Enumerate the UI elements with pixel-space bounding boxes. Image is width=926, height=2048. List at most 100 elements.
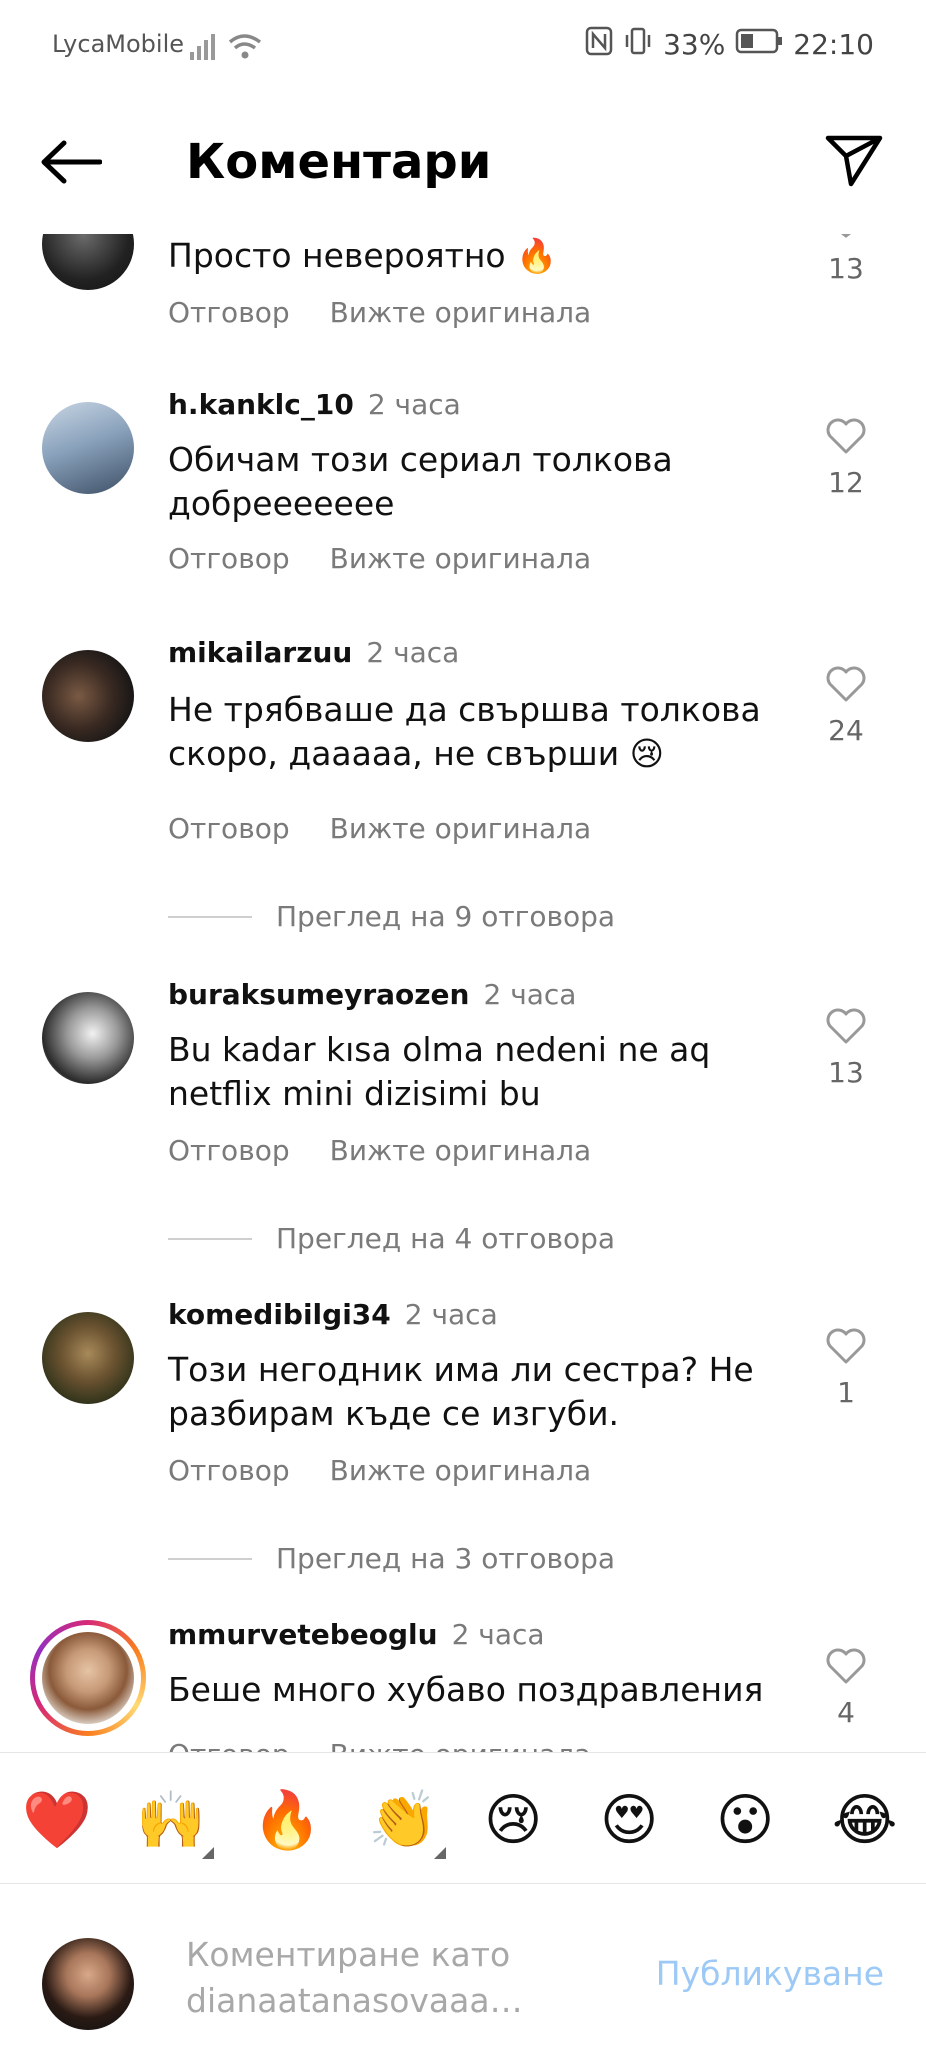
like-count: 12 (828, 466, 864, 499)
header: Коментари (0, 92, 926, 234)
skin-tone-indicator-icon (433, 1847, 446, 1859)
comment-text: Bu kadar kısa olma nedeni ne aq netflix … (168, 1030, 711, 1113)
reply-button[interactable]: Отговор (168, 812, 290, 845)
comment-text: Беше много хубаво поздравления (168, 1670, 764, 1709)
username[interactable]: h.kanklc_10 (168, 388, 354, 421)
reply-button[interactable]: Отговор (168, 1738, 290, 1752)
username[interactable]: buraksumeyraozen (168, 978, 469, 1011)
like-count: 13 (828, 252, 864, 285)
see-original-button[interactable]: Вижте оригинала (330, 1738, 592, 1752)
heart-icon (826, 1648, 866, 1684)
page-title: Коментари (186, 134, 492, 190)
fire-emoji[interactable]: 🔥 (252, 1789, 322, 1853)
view-replies-button[interactable]: Преглед на 4 отговора (168, 1222, 615, 1255)
like-count: 13 (828, 1056, 864, 1089)
timestamp: 2 часа (483, 978, 577, 1011)
view-replies-label: Преглед на 4 отговора (276, 1222, 616, 1255)
clapping-hands-emoji[interactable]: 👏 (368, 1788, 446, 1859)
heart-eyes-emoji[interactable]: 😍 (600, 1789, 658, 1853)
avatar (42, 1632, 134, 1724)
status-bar: LycaMobile 33% 22:10 (0, 0, 926, 92)
reply-button[interactable]: Отговор (168, 1454, 290, 1487)
heart-icon (826, 418, 866, 454)
timestamp: 2 часа (404, 1298, 498, 1331)
like-count: 4 (837, 1696, 855, 1729)
avatar[interactable] (42, 402, 134, 494)
comment-input[interactable]: Коментиране като dianaatanasovaaa… (186, 1932, 546, 2024)
crying-face-emoji[interactable]: 😢 (484, 1789, 542, 1853)
comment-meta: mikailarzuu 2 часа (168, 636, 459, 669)
comment-text: Просто невероятно 🔥 (168, 236, 558, 275)
clock: 22:10 (793, 28, 874, 61)
like-button[interactable]: 4 (818, 1646, 874, 1729)
battery-icon (735, 28, 783, 61)
reply-button[interactable]: Отговор (168, 296, 290, 329)
like-count: 24 (828, 714, 864, 747)
send-icon (825, 135, 883, 187)
avatar[interactable] (42, 1312, 134, 1404)
chevron-down-icon (840, 234, 852, 238)
comment-text: Този негодник има ли сестра? Не разбирам… (168, 1350, 754, 1433)
reply-button[interactable]: Отговор (168, 1134, 290, 1167)
comment-meta: h.kanklc_10 2 часа (168, 388, 461, 421)
tears-of-joy-emoji[interactable]: 😂 (832, 1789, 897, 1853)
divider (168, 915, 252, 918)
like-button[interactable]: 1 (818, 1326, 874, 1409)
status-right: 33% 22:10 (585, 26, 874, 63)
current-user-avatar (42, 1938, 134, 2030)
clapping-hands-glyph: 👏 (368, 1788, 438, 1853)
emoji-reaction-bar: ❤️ 🙌 🔥 👏 😢 😍 😮 😂 (0, 1752, 926, 1884)
like-button[interactable]: 13 (818, 1006, 874, 1089)
raising-hands-emoji[interactable]: 🙌 (136, 1788, 214, 1859)
view-replies-label: Преглед на 3 отговора (276, 1542, 616, 1575)
timestamp: 2 часа (451, 1618, 545, 1651)
raising-hands-glyph: 🙌 (136, 1788, 206, 1853)
like-count: 1 (837, 1376, 855, 1409)
comments-list[interactable]: Просто невероятно 🔥 Отговор Вижте оригина… (0, 234, 926, 1752)
comment-meta: buraksumeyraozen 2 часа (168, 978, 576, 1011)
comment-text: Не трябваше да свършва толкова скоро, да… (168, 690, 761, 773)
see-original-button[interactable]: Вижте оригинала (330, 1454, 592, 1487)
divider (168, 1557, 252, 1560)
vibrate-icon (623, 26, 653, 63)
timestamp: 2 часа (366, 636, 460, 669)
comment-composer: Коментиране като dianaatanasovaaa… Публи… (0, 1884, 926, 2048)
like-button[interactable]: 12 (818, 416, 874, 499)
username[interactable]: mikailarzuu (168, 636, 352, 669)
reply-button[interactable]: Отговор (168, 542, 290, 575)
back-button[interactable] (40, 140, 103, 188)
heart-icon (826, 666, 866, 702)
share-button[interactable] (824, 132, 884, 192)
avatar[interactable] (42, 992, 134, 1084)
back-arrow-icon (41, 140, 103, 184)
avatar[interactable] (42, 234, 134, 290)
story-ring[interactable] (30, 1620, 146, 1736)
comment-actions: Отговор Вижте оригинала (168, 1738, 591, 1752)
comment-actions: Отговор Вижте оригинала (168, 812, 591, 845)
comment-meta: mmurvetebeoglu 2 часа (168, 1618, 545, 1651)
view-replies-label: Преглед на 9 отговора (276, 900, 616, 933)
see-original-button[interactable]: Вижте оригинала (330, 542, 592, 575)
red-heart-emoji[interactable]: ❤️ (22, 1789, 92, 1853)
battery-percent: 33% (663, 28, 726, 61)
see-original-button[interactable]: Вижте оригинала (330, 296, 592, 329)
see-original-button[interactable]: Вижте оригинала (330, 812, 592, 845)
publish-button[interactable]: Публикуване (656, 1954, 884, 1993)
nfc-icon (585, 26, 613, 63)
heart-icon (826, 1008, 866, 1044)
surprised-face-emoji[interactable]: 😮 (716, 1789, 774, 1853)
timestamp: 2 часа (367, 388, 461, 421)
comment-text: Обичам този сериал толкова добреееееее (168, 440, 673, 523)
comment-actions: Отговор Вижте оригинала (168, 296, 591, 329)
heart-icon (826, 1328, 866, 1364)
username[interactable]: mmurvetebeoglu (168, 1618, 438, 1651)
username[interactable]: komedibilgi34 (168, 1298, 391, 1331)
avatar[interactable] (42, 650, 134, 742)
like-button[interactable]: 13 (818, 234, 874, 285)
view-replies-button[interactable]: Преглед на 3 отговора (168, 1542, 615, 1575)
comment-actions: Отговор Вижте оригинала (168, 542, 591, 575)
divider (168, 1237, 252, 1240)
view-replies-button[interactable]: Преглед на 9 отговора (168, 900, 615, 933)
see-original-button[interactable]: Вижте оригинала (330, 1134, 592, 1167)
like-button[interactable]: 24 (818, 664, 874, 747)
